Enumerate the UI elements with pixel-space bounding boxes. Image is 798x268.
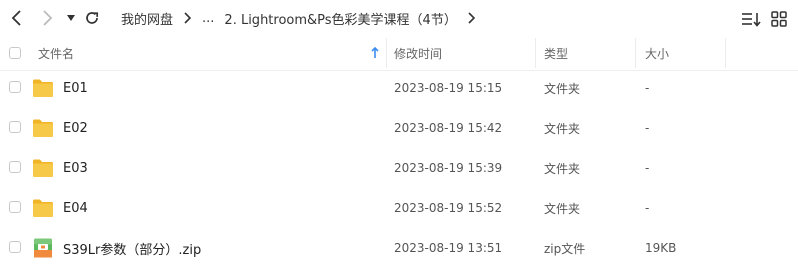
column-modified[interactable]: 修改时间 (394, 36, 442, 70)
file-type: 文件夹 (544, 201, 581, 216)
grid-view-icon (771, 11, 787, 27)
file-modified: 2023-08-19 15:52 (394, 201, 503, 215)
file-size: - (645, 161, 650, 175)
column-size[interactable]: 大小 (645, 36, 669, 70)
file-type: zip文件 (544, 241, 586, 256)
grid-view-button[interactable] (769, 9, 789, 29)
file-name[interactable]: E04 (63, 188, 88, 228)
folder-icon (33, 79, 53, 97)
file-size: 19KB (645, 241, 677, 255)
file-modified: 2023-08-19 15:42 (394, 121, 503, 135)
sort-button[interactable] (741, 9, 761, 29)
file-modified: 2023-08-19 13:51 (394, 241, 503, 255)
file-name[interactable]: S39Lr参数（部分）.zip (63, 228, 201, 268)
folder-icon (33, 199, 53, 217)
column-divider[interactable] (535, 38, 536, 68)
row-checkbox[interactable] (9, 161, 21, 173)
column-divider[interactable] (635, 38, 636, 68)
back-button[interactable] (6, 7, 28, 29)
breadcrumb: 我的网盘 ... 2. Lightroom&Ps色彩美学课程（4节） (121, 9, 484, 28)
column-divider[interactable] (386, 38, 387, 68)
refresh-icon (86, 12, 99, 24)
file-type: 文件夹 (544, 161, 581, 176)
file-name[interactable]: E03 (63, 148, 88, 188)
file-name[interactable]: E02 (63, 108, 88, 148)
file-modified: 2023-08-19 15:15 (394, 81, 503, 95)
folder-icon (33, 159, 53, 177)
chevron-right-icon (183, 12, 192, 24)
file-type: 文件夹 (544, 81, 581, 96)
file-size: - (645, 81, 650, 95)
file-modified: 2023-08-19 15:39 (394, 161, 503, 175)
file-row[interactable]: E02 2023-08-19 15:42 文件夹 - (0, 108, 798, 148)
folder-icon (33, 119, 53, 137)
row-checkbox[interactable] (9, 241, 21, 253)
file-row[interactable]: E01 2023-08-19 15:15 文件夹 - (0, 68, 798, 108)
column-type[interactable]: 类型 (544, 36, 568, 70)
refresh-button[interactable] (81, 7, 103, 29)
row-checkbox[interactable] (9, 201, 21, 213)
file-size: - (645, 121, 650, 135)
breadcrumb-current[interactable]: 2. Lightroom&Ps色彩美学课程（4节） (224, 9, 456, 28)
column-name[interactable]: 文件名 (38, 36, 74, 70)
breadcrumb-ellipsis[interactable]: ... (202, 11, 214, 26)
sort-ascending-icon[interactable] (371, 36, 379, 70)
chevron-right-icon (43, 10, 53, 26)
caret-down-icon (67, 15, 75, 21)
column-divider[interactable] (725, 38, 726, 68)
row-checkbox[interactable] (9, 81, 21, 93)
select-all-checkbox[interactable] (9, 36, 21, 70)
file-type: 文件夹 (544, 121, 581, 136)
breadcrumb-root[interactable]: 我的网盘 (121, 9, 173, 28)
file-size: - (645, 201, 650, 215)
file-row[interactable]: E03 2023-08-19 15:39 文件夹 - (0, 148, 798, 188)
file-row[interactable]: S39Lr参数（部分）.zip 2023-08-19 13:51 zip文件 1… (0, 228, 798, 268)
zip-archive-icon (34, 238, 52, 258)
chevron-right-icon (467, 12, 475, 24)
file-name[interactable]: E01 (63, 68, 88, 108)
file-row[interactable]: E04 2023-08-19 15:52 文件夹 - (0, 188, 798, 228)
chevron-left-icon (11, 10, 21, 26)
row-checkbox[interactable] (9, 121, 21, 133)
history-dropdown[interactable] (60, 7, 82, 29)
toolbar: 我的网盘 ... 2. Lightroom&Ps色彩美学课程（4节） (0, 0, 798, 36)
sort-list-icon (742, 13, 761, 27)
file-list-header: 文件名 修改时间 类型 大小 (0, 36, 798, 71)
forward-button[interactable] (36, 7, 58, 29)
